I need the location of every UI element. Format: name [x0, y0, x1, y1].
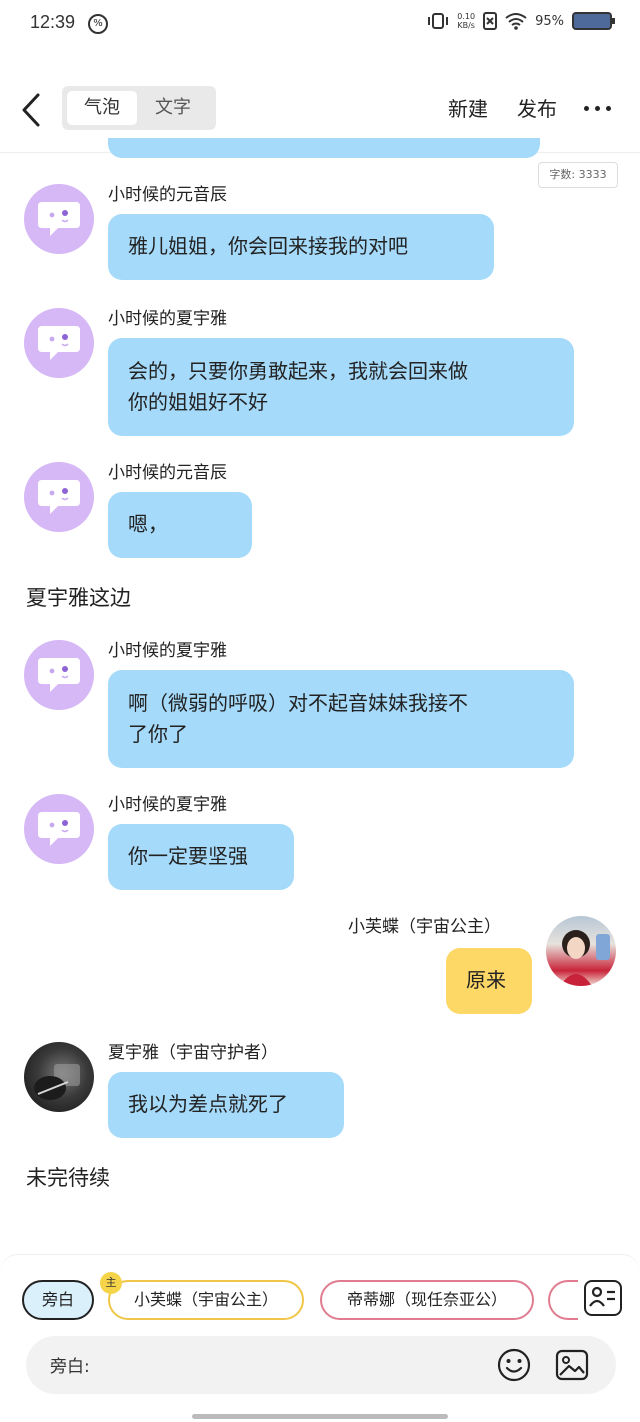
chevron-left-icon: [22, 93, 40, 127]
new-button[interactable]: 新建: [448, 93, 488, 122]
speaker-name: 小时候的元音辰: [108, 463, 227, 483]
speaker-name: 小芙蝶（宇宙公主）: [348, 917, 501, 937]
message-bubble[interactable]: 原来: [446, 948, 532, 1014]
avatar-photo[interactable]: [24, 1042, 94, 1112]
battery-icon: [572, 12, 615, 30]
mode-toggle: 气泡 文字: [62, 86, 216, 130]
message-bubble[interactable]: 雅儿姐姐，你会回来接我的对吧: [108, 214, 494, 280]
wifi-icon: [505, 13, 527, 30]
tab-bubble[interactable]: 气泡: [67, 91, 137, 125]
editor-header: 气泡 文字 新建 发布: [0, 80, 640, 142]
avatar[interactable]: [24, 794, 94, 864]
word-count-badge: 字数: 3333: [538, 162, 618, 188]
chat-bubble-icon: [38, 202, 80, 236]
avatar[interactable]: [24, 640, 94, 710]
speaker-name: 小时候的夏宇雅: [108, 795, 227, 815]
image-button[interactable]: [554, 1347, 590, 1387]
avatar-photo-icon: [560, 930, 610, 986]
tab-text[interactable]: 文字: [138, 91, 208, 125]
speaker-name: 夏宇雅（宇宙守护者）: [108, 1043, 278, 1063]
speaker-name: 小时候的夏宇雅: [108, 641, 227, 661]
chat-bubble-icon: [38, 480, 80, 514]
narration-text[interactable]: 未完待续: [26, 1162, 110, 1192]
no-sim-icon: [483, 12, 498, 30]
back-button[interactable]: [18, 90, 50, 130]
message-bubble-previous[interactable]: [108, 138, 540, 158]
status-indicators: 0.10 KB/s 95%: [427, 12, 615, 30]
chat-bubble-icon: [38, 658, 80, 692]
smiley-icon: [497, 1348, 531, 1382]
message-bubble[interactable]: 会的，只要你勇敢起来，我就会回来做 你的姐姐好不好: [108, 338, 574, 436]
message-bubble[interactable]: 啊（微弱的呼吸）对不起音妹妹我接不 了你了: [108, 670, 574, 768]
chat-bubble-icon: [38, 326, 80, 360]
contact-card-icon: [589, 1286, 615, 1307]
main-role-badge: 主: [100, 1272, 122, 1294]
role-chip-main[interactable]: 小芙蝶（宇宙公主）: [108, 1280, 304, 1320]
battery-percent: 95%: [535, 13, 564, 29]
message-bubble[interactable]: 你一定要坚强: [108, 824, 294, 890]
input-role-label: 旁白:: [50, 1357, 90, 1377]
hd-icon: %: [88, 14, 108, 34]
chat-bubble-icon: [38, 812, 80, 846]
role-chip-narration[interactable]: 旁白: [22, 1280, 94, 1320]
status-time: 12:39: [30, 12, 76, 32]
role-chip[interactable]: 帝蒂娜（现任奈亚公）: [320, 1280, 534, 1320]
avatar[interactable]: [24, 462, 94, 532]
message-input[interactable]: 旁白:: [26, 1336, 616, 1394]
avatar[interactable]: [24, 184, 94, 254]
vibrate-icon: [428, 13, 449, 29]
speaker-name: 小时候的元音辰: [108, 185, 227, 205]
avatar-photo[interactable]: [546, 916, 616, 986]
role-list-button[interactable]: [584, 1280, 622, 1316]
status-bar: 12:39 % 0.10 KB/s 95%: [0, 0, 640, 50]
publish-button[interactable]: 发布: [517, 93, 557, 122]
emoji-button[interactable]: [496, 1347, 532, 1387]
network-speed: 0.10 KB/s: [457, 12, 476, 30]
message-bubble[interactable]: 我以为差点就死了: [108, 1072, 344, 1138]
message-bubble[interactable]: 嗯，: [108, 492, 252, 558]
image-icon: [555, 1349, 589, 1381]
speaker-name: 小时候的夏宇雅: [108, 309, 227, 329]
more-icon[interactable]: [584, 98, 618, 118]
avatar[interactable]: [24, 308, 94, 378]
avatar-photo-icon: [34, 1064, 80, 1100]
narration-text[interactable]: 夏宇雅这边: [26, 582, 131, 612]
home-indicator: [192, 1414, 448, 1419]
